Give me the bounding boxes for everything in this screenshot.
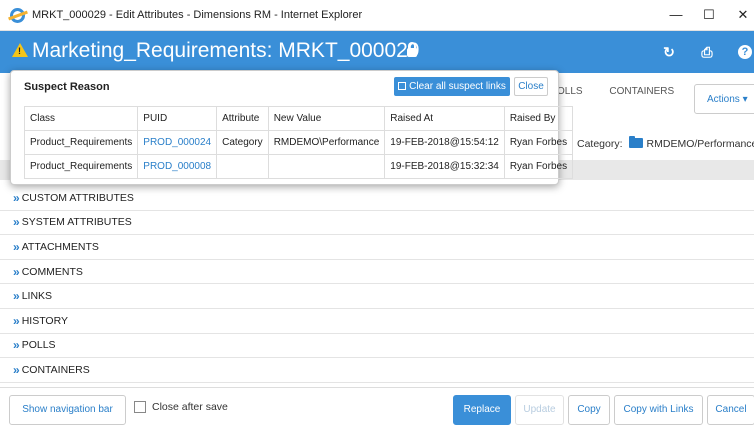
print-icon[interactable]: ⎙ <box>698 43 716 61</box>
update-button[interactable]: Update <box>515 395 564 425</box>
section-label: POLLS <box>21 339 56 352</box>
copy-with-links-button[interactable]: Copy with Links <box>614 395 703 425</box>
close-popup-button[interactable]: Close <box>514 77 548 96</box>
table-cell: Product_Requirements <box>23 130 139 155</box>
category-field: Category: RMDEMO/Performance ▾ <box>577 136 754 150</box>
section-attachments[interactable]: » ATTACHMENTS <box>0 235 754 260</box>
section-label: COMMENTS <box>21 265 83 278</box>
table-cell: Ryan Forbes <box>503 154 574 179</box>
help-icon[interactable]: ? <box>738 45 752 59</box>
column-header: New Value <box>267 106 386 131</box>
window-titlebar: MRKT_000029 - Edit Attributes - Dimensio… <box>0 0 754 31</box>
chevron-right-icon: » <box>13 313 20 328</box>
table-row: Product_Requirements PROD_000008 19-FEB-… <box>23 154 574 179</box>
tab-polls[interactable]: OLLS <box>557 86 583 97</box>
tab-containers[interactable]: CONTAINERS <box>609 86 674 97</box>
table-cell <box>216 154 269 179</box>
section-system-attributes[interactable]: » SYSTEM ATTRIBUTES <box>0 211 754 236</box>
suspect-links-table: Class PUID Attribute New Value Raised At… <box>23 106 574 179</box>
app-header: ! Marketing_Requirements: MRKT_000029 ↻ … <box>0 31 754 73</box>
table-cell: Product_Requirements <box>23 154 139 179</box>
section-list: » CUSTOM ATTRIBUTES » SYSTEM ATTRIBUTES » A… <box>0 186 754 383</box>
table-cell: Ryan Forbes <box>503 130 574 155</box>
checkbox-edit-icon <box>398 82 407 90</box>
category-label: Category: <box>577 138 623 150</box>
refresh-icon[interactable]: ↻ <box>660 43 678 61</box>
column-header: PUID <box>137 106 218 131</box>
suspect-reason-popup: Suspect Reason Clear all suspect links C… <box>10 70 574 185</box>
chevron-right-icon: » <box>13 362 20 377</box>
popup-title: Suspect Reason <box>24 81 110 93</box>
chevron-right-icon: » <box>13 190 20 205</box>
chevron-right-icon: » <box>13 215 20 230</box>
page-title: Marketing_Requirements: MRKT_000029 <box>32 39 420 62</box>
section-label: HISTORY <box>21 314 68 327</box>
section-comments[interactable]: » COMMENTS <box>0 260 754 285</box>
table-cell: Category <box>216 130 269 155</box>
warning-icon[interactable]: ! <box>12 43 28 57</box>
column-header: Raised By <box>503 106 574 131</box>
category-value[interactable]: RMDEMO/Performance ▾ <box>647 138 754 150</box>
lock-icon <box>407 42 417 57</box>
section-label: SYSTEM ATTRIBUTES <box>21 216 132 229</box>
chevron-right-icon: » <box>13 338 20 353</box>
column-header: Attribute <box>216 106 269 131</box>
internet-explorer-icon <box>10 8 25 23</box>
folder-icon <box>628 136 643 148</box>
close-after-save-checkbox[interactable] <box>134 401 146 413</box>
column-header: Class <box>23 106 139 131</box>
table-row: Product_Requirements PROD_000024 Categor… <box>23 130 574 155</box>
close-window-button[interactable]: ✕ <box>732 6 754 24</box>
section-label: LINKS <box>21 290 53 303</box>
section-containers[interactable]: » CONTAINERS <box>0 358 754 383</box>
clear-all-suspect-links-button[interactable]: Clear all suspect links <box>394 77 510 96</box>
actions-dropdown[interactable]: Actions ▾ <box>694 84 754 114</box>
chevron-right-icon: » <box>13 239 20 254</box>
section-links[interactable]: » LINKS <box>0 284 754 309</box>
clear-button-label: Clear all suspect links <box>409 81 506 92</box>
copy-button[interactable]: Copy <box>568 395 610 425</box>
table-cell: RMDEMO\Performance <box>267 130 386 155</box>
window-title: MRKT_000029 - Edit Attributes - Dimensio… <box>32 9 363 21</box>
section-label: CUSTOM ATTRIBUTES <box>21 191 134 204</box>
column-header: Raised At <box>384 106 505 131</box>
section-label: CONTAINERS <box>21 363 90 376</box>
section-polls[interactable]: » POLLS <box>0 334 754 359</box>
table-header-row: Class PUID Attribute New Value Raised At… <box>23 106 574 131</box>
maximize-button[interactable]: ☐ <box>698 6 720 24</box>
cancel-button[interactable]: Cancel <box>707 395 754 425</box>
chevron-right-icon: » <box>13 264 20 279</box>
table-cell: 19-FEB-2018@15:32:34 <box>384 154 505 179</box>
chevron-right-icon: » <box>13 289 20 304</box>
puid-link[interactable]: PROD_000008 <box>137 154 218 179</box>
close-after-save-label: Close after save <box>152 401 228 413</box>
tab-strip: OLLS CONTAINERS <box>557 86 698 97</box>
section-history[interactable]: » HISTORY <box>0 309 754 334</box>
replace-button[interactable]: Replace <box>453 395 511 425</box>
section-label: ATTACHMENTS <box>21 240 99 253</box>
table-cell <box>267 154 386 179</box>
minimize-button[interactable]: — <box>665 6 687 24</box>
section-custom-attributes[interactable]: » CUSTOM ATTRIBUTES <box>0 186 754 211</box>
puid-link[interactable]: PROD_000024 <box>137 130 218 155</box>
table-cell: 19-FEB-2018@15:54:12 <box>384 130 505 155</box>
show-navigation-bar-button[interactable]: Show navigation bar <box>9 395 126 425</box>
